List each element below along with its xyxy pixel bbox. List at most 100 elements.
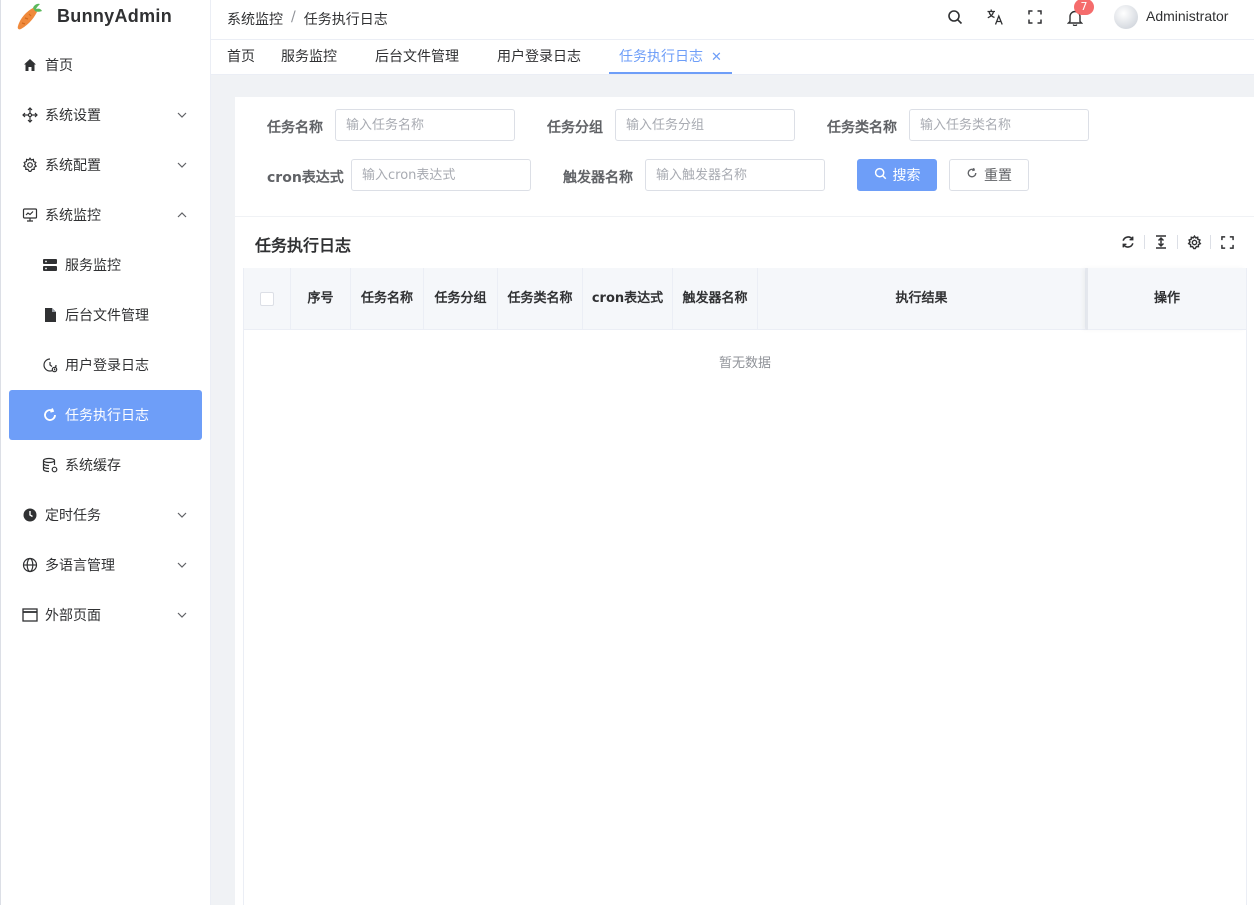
tab-bar: 首页 服务监控 后台文件管理 用户登录日志 任务执行日志 ✕ (211, 39, 1254, 75)
column-header[interactable]: 任务分组 (424, 268, 498, 330)
column-header[interactable]: 执行结果 (758, 268, 1086, 330)
sidebar-item-external-pages[interactable]: 外部页面 (1, 590, 210, 640)
breadcrumb-item-current: 任务执行日志 (303, 12, 388, 28)
translate-icon[interactable] (985, 7, 1005, 27)
task-group-input[interactable] (615, 109, 795, 141)
column-header[interactable]: 操作 (1086, 268, 1246, 330)
app-title: BunnyAdmin (57, 6, 172, 26)
sidebar-item-task-log[interactable]: 任务执行日志 (9, 390, 202, 440)
sidebar-item-system-cache[interactable]: 系统缓存 (1, 440, 210, 490)
reset-button-label: 重置 (984, 168, 1012, 184)
sidebar-item-i18n[interactable]: 多语言管理 (1, 540, 210, 590)
column-header[interactable]: 任务名称 (351, 268, 424, 330)
column-header-line: 任务类名 (507, 291, 560, 306)
column-header-line: 组 (473, 291, 487, 306)
toolbar-divider (1210, 235, 1211, 249)
trigger-name-input[interactable] (645, 159, 825, 191)
sidebar-item-label: 系统缓存 (65, 458, 121, 474)
search-icon (874, 167, 887, 184)
cron-input[interactable] (351, 159, 531, 191)
column-header-line: 称 (734, 291, 748, 306)
sidebar-item-label: 定时任务 (45, 508, 101, 524)
trigger-name-label: 触发器名称 (563, 170, 633, 186)
sidebar-item-system-monitor[interactable]: 系统监控 (1, 190, 210, 240)
fullscreen-icon[interactable] (1025, 7, 1045, 27)
refresh-table-icon[interactable] (1120, 234, 1136, 250)
select-all-checkbox[interactable] (260, 292, 274, 306)
chevron-down-icon (176, 159, 188, 171)
tab-task-log[interactable]: 任务执行日志 ✕ (609, 40, 732, 74)
tab-home[interactable]: 首页 (227, 40, 255, 74)
sidebar-item-label: 服务监控 (65, 258, 121, 274)
column-header[interactable]: 序号 (291, 268, 351, 330)
window-icon (22, 607, 38, 623)
sidebar-item-label: 多语言管理 (45, 558, 115, 574)
chevron-up-icon (176, 209, 188, 221)
column-settings-gear-icon[interactable] (1186, 234, 1202, 250)
username[interactable]: Administrator (1146, 8, 1228, 24)
sidebar-item-login-log[interactable]: 用户登录日志 (1, 340, 210, 390)
search-button-label: 搜索 (892, 168, 921, 184)
globe-icon (22, 557, 38, 573)
search-button[interactable]: 搜索 (857, 159, 937, 191)
notification-badge: 7 (1074, 0, 1094, 15)
close-icon[interactable]: ✕ (711, 50, 722, 65)
gear-icon (22, 157, 38, 173)
task-name-input[interactable] (335, 109, 515, 141)
table-card: 任务执行日志 序号 任务名称 任务分组 任务类名称 cron表达式 触发器名 称… (235, 216, 1254, 905)
column-header[interactable]: 任务类名称 (498, 268, 583, 330)
sidebar-item-system-settings[interactable]: 系统设置 (1, 90, 210, 140)
tab-login-log[interactable]: 用户登录日志 (497, 40, 581, 74)
chevron-down-icon (176, 509, 188, 521)
settings-move-icon (22, 107, 38, 123)
column-header[interactable]: 触发器名称 (673, 268, 758, 330)
chevron-down-icon (176, 109, 188, 121)
sidebar-item-server-monitor[interactable]: 服务监控 (1, 240, 210, 290)
sidebar-item-label: 后台文件管理 (65, 308, 149, 324)
sidebar-item-label: 系统监控 (45, 208, 101, 224)
sidebar-item-scheduled-tasks[interactable]: 定时任务 (1, 490, 210, 540)
logo[interactable]: BunnyAdmin (1, 0, 210, 33)
breadcrumb: 系统监控 / 任务执行日志 (227, 9, 388, 29)
task-class-label: 任务类名称 (827, 120, 897, 136)
fullscreen-icon[interactable] (1219, 234, 1235, 250)
sidebar-item-label: 系统配置 (45, 158, 101, 174)
task-name-label: 任务名称 (267, 120, 323, 136)
empty-state-text: 暂无数据 (718, 356, 771, 371)
avatar[interactable] (1114, 5, 1138, 29)
side-menu: 首页 系统设置 系统配置 系统监控 服务监控 后台文件管理 用户登录日志 任务执… (1, 40, 210, 640)
column-header-line: 称 (400, 291, 414, 306)
chevron-down-icon (176, 609, 188, 621)
sidebar-item-system-config[interactable]: 系统配置 (1, 140, 210, 190)
column-header-line: 任务分 (434, 291, 474, 306)
sidebar-item-label: 任务执行日志 (65, 408, 149, 424)
row-density-icon[interactable] (1153, 234, 1169, 250)
column-header-line: 式 (650, 291, 664, 306)
chevron-down-icon (176, 559, 188, 571)
task-class-input[interactable] (909, 109, 1089, 141)
top-header: 系统监控 / 任务执行日志 7 Administrator (211, 0, 1254, 35)
reset-button[interactable]: 重置 (949, 159, 1029, 191)
sidebar-item-home[interactable]: 首页 (1, 40, 210, 90)
home-icon (22, 57, 38, 73)
clock-icon (22, 507, 38, 523)
table-title: 任务执行日志 (255, 236, 352, 255)
file-icon (42, 307, 58, 323)
sidebar-item-label: 首页 (45, 58, 73, 74)
sidebar-item-file-management[interactable]: 后台文件管理 (1, 290, 210, 340)
search-icon[interactable] (945, 7, 965, 27)
column-header-line: 任务名 (360, 291, 400, 306)
tab-file-management[interactable]: 后台文件管理 (375, 40, 459, 74)
table-header: 序号 任务名称 任务分组 任务类名称 cron表达式 触发器名称 执行结果 操作 (244, 268, 1246, 330)
column-header[interactable]: cron表达式 (583, 268, 673, 330)
task-group-label: 任务分组 (547, 120, 603, 136)
column-header-line: cron表达 (591, 291, 651, 306)
search-form: 任务名称 任务分组 任务类名称 cron表达式 触发器名称 搜索 重置 (235, 97, 1254, 216)
main-content: 任务名称 任务分组 任务类名称 cron表达式 触发器名称 搜索 重置 任务执行… (211, 75, 1254, 905)
toolbar-divider (1177, 235, 1178, 249)
monitor-icon (22, 207, 38, 223)
breadcrumb-item[interactable]: 系统监控 (227, 9, 283, 29)
tab-server-monitor[interactable]: 服务监控 (281, 40, 337, 74)
database-icon (42, 457, 58, 473)
breadcrumb-separator: / (291, 9, 296, 25)
